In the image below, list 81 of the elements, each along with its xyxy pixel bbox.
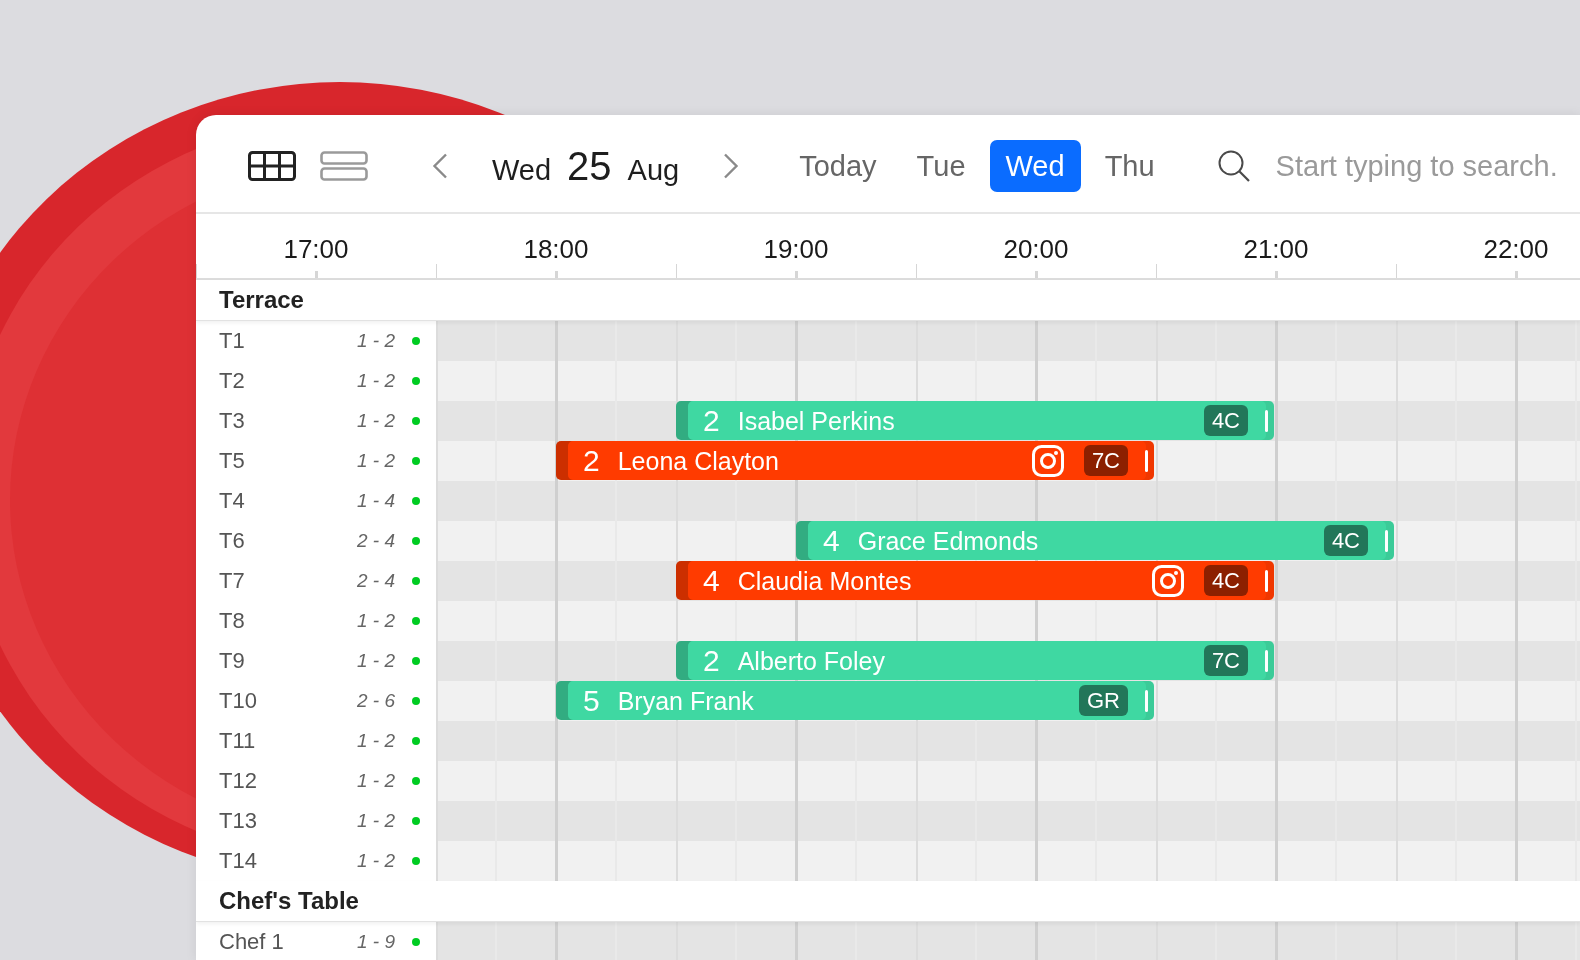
resize-handle[interactable] <box>1265 649 1268 672</box>
booking-tag: 7C <box>1083 445 1128 476</box>
table-name: T11 <box>219 728 256 754</box>
booking-bar[interactable]: 2 Leona Clayton 7C <box>556 441 1154 480</box>
guest-name: Alberto Foley <box>737 645 885 676</box>
covers-range: 1 - 2 <box>356 730 395 752</box>
booking-tag: 4C <box>1203 565 1248 596</box>
guest-name: Claudia Montes <box>737 565 912 596</box>
day-tab[interactable]: Wed <box>989 140 1081 192</box>
covers-range: 1 - 2 <box>356 330 395 352</box>
resize-handle[interactable] <box>1145 449 1148 472</box>
party-size: 4 <box>823 523 840 558</box>
covers-range: 1 - 2 <box>356 410 395 432</box>
covers-range: 1 - 2 <box>356 850 395 872</box>
search-icon <box>1217 150 1250 182</box>
date-weekday: Wed <box>492 153 552 187</box>
table-name: T4 <box>219 488 245 514</box>
date-month: Aug <box>627 153 680 187</box>
covers-range: 1 - 2 <box>356 370 395 392</box>
table-name: T10 <box>219 688 257 714</box>
table-name: T5 <box>219 448 245 474</box>
booking-tag: 7C <box>1203 645 1248 676</box>
booking-tag: 4C <box>1323 525 1368 556</box>
booking-tag: 4C <box>1203 405 1248 436</box>
covers-range: 1 - 2 <box>356 610 395 632</box>
booking-bar[interactable]: 2 Isabel Perkins 4C <box>676 401 1274 440</box>
time-label: 19:00 <box>763 234 829 264</box>
party-size: 4 <box>703 563 720 598</box>
party-size: 2 <box>703 403 720 438</box>
booking-bar[interactable]: 4 Grace Edmonds 4C <box>796 521 1394 560</box>
resize-handle[interactable] <box>1385 529 1388 552</box>
rows-icon[interactable] <box>320 151 368 181</box>
grid-icon[interactable] <box>248 151 296 181</box>
time-label: 17:00 <box>283 234 349 264</box>
table-name: T1 <box>219 328 245 354</box>
chevron-right-icon[interactable] <box>723 153 740 179</box>
covers-range: 1 - 9 <box>356 931 395 953</box>
time-label: 18:00 <box>523 234 589 264</box>
table-name: T2 <box>219 368 245 394</box>
table-name: T14 <box>219 848 257 874</box>
table-name: Chef 1 <box>219 929 284 955</box>
guest-name: Grace Edmonds <box>857 525 1039 556</box>
covers-range: 1 - 2 <box>356 770 395 792</box>
table-name: T9 <box>219 648 245 674</box>
covers-range: 2 - 4 <box>356 530 395 552</box>
table-name: T13 <box>219 808 257 834</box>
chevron-left-icon[interactable] <box>432 153 448 179</box>
booking-bar[interactable]: 2 Alberto Foley 7C <box>676 641 1274 680</box>
resize-handle[interactable] <box>1265 409 1268 432</box>
resize-handle[interactable] <box>1145 689 1148 712</box>
resize-handle[interactable] <box>1265 569 1268 592</box>
covers-range: 1 - 4 <box>356 490 395 512</box>
date-day: 25 <box>567 143 612 189</box>
guest-name: Isabel Perkins <box>737 405 895 436</box>
booking-bar[interactable]: 5 Bryan Frank GR <box>556 681 1154 720</box>
covers-range: 2 - 6 <box>356 690 395 712</box>
day-tab[interactable]: Tue <box>900 140 982 192</box>
covers-range: 1 - 2 <box>356 450 395 472</box>
covers-range: 1 - 2 <box>356 650 395 672</box>
party-size: 2 <box>583 443 600 478</box>
guest-name: Bryan Frank <box>617 685 754 716</box>
covers-range: 1 - 2 <box>356 810 395 832</box>
table-name: T8 <box>219 608 245 634</box>
table-name: T7 <box>219 568 245 594</box>
booking-bar[interactable]: 4 Claudia Montes 4C <box>676 561 1274 600</box>
time-label: 21:00 <box>1243 234 1309 264</box>
time-label: 20:00 <box>1003 234 1069 264</box>
covers-range: 2 - 4 <box>356 570 395 592</box>
table-name: T3 <box>219 408 245 434</box>
booking-tag: GR <box>1079 685 1128 716</box>
day-tab[interactable]: Thu <box>1088 140 1171 192</box>
search-field[interactable]: Start typing to search. <box>1275 149 1566 183</box>
party-size: 5 <box>583 683 600 718</box>
table-name: T12 <box>219 768 257 794</box>
guest-name: Leona Clayton <box>617 445 779 476</box>
day-tab[interactable]: Today <box>783 140 893 192</box>
table-name: T6 <box>219 528 245 554</box>
section-title: Chef's Table <box>219 887 359 915</box>
party-size: 2 <box>703 643 720 678</box>
section-title: Terrace <box>219 286 304 314</box>
time-label: 22:00 <box>1483 234 1549 264</box>
